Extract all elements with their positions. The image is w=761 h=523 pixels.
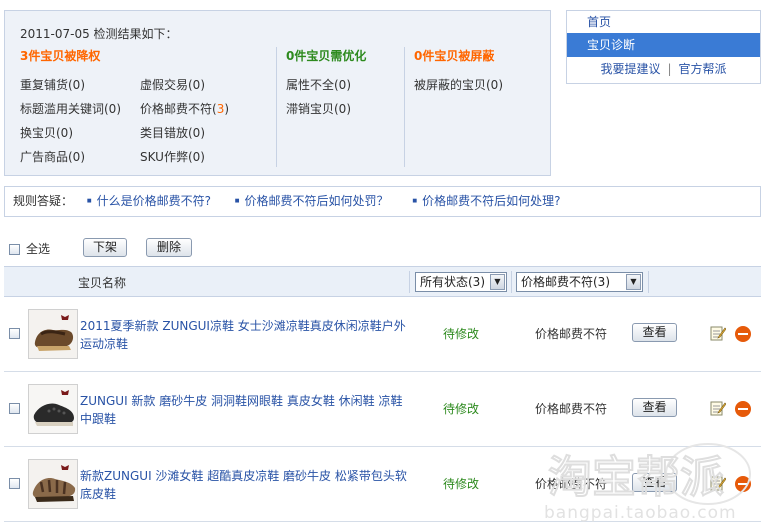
divider [404,47,405,167]
nav-item-diagnosis[interactable]: 宝贝诊断 [567,33,760,57]
row-status: 待修改 [443,327,480,341]
view-button[interactable]: 查看 [632,323,677,342]
product-thumbnail[interactable] [28,384,78,434]
status-filter-select[interactable]: 所有状态(3) ▼ [415,272,507,292]
product-thumbnail[interactable] [28,459,78,509]
row-reason: 价格邮费不符 [535,477,608,491]
select-all-checkbox[interactable] [9,244,20,255]
keyword-abuse-count: 标题滥用关键词(0) [20,102,121,116]
col-divider [511,271,512,293]
row-status: 待修改 [443,477,480,491]
table-row: 2011夏季新款 ZUNGUI凉鞋 女士沙滩凉鞋真皮休闲凉鞋户外运动凉鞋 待修改… [4,297,761,372]
official-help-link[interactable]: 官方帮派 [679,62,727,76]
row-checkbox[interactable] [9,403,20,414]
qa-link-penalty[interactable]: 价格邮费不符后如何处罚？ [235,194,389,208]
row-reason: 价格邮费不符 [535,327,608,341]
qa-link-what[interactable]: 什么是价格邮费不符? [87,194,211,208]
sku-cheat-count: SKU作弊(0) [140,150,205,164]
row-checkbox[interactable] [9,478,20,489]
table-row: 新款ZUNGUI 沙滩女鞋 超酷真皮凉鞋 磨砂牛皮 松紧带包头软底皮鞋 待修改 … [4,447,761,522]
blocked-title: 0件宝贝被屏蔽 [414,49,495,63]
nav-separator: | [667,62,672,76]
product-title-link[interactable]: 2011夏季新款 ZUNGUI凉鞋 女士沙滩凉鞋真皮休闲凉鞋户外运动凉鞋 [80,317,410,353]
blocked-items-count: 被屏蔽的宝贝(0) [414,78,503,92]
product-title-link[interactable]: ZUNGUI 新款 磨砂牛皮 洞洞鞋网眼鞋 真皮女鞋 休闲鞋 凉鞋中跟鞋 [80,392,410,428]
edit-icon[interactable] [710,325,727,341]
missing-attr-count: 属性不全(0) [286,78,351,92]
delete-icon[interactable] [735,326,751,342]
wrong-category-count: 类目错放(0) [140,126,205,140]
optimize-group: 0件宝贝需优化 属性不全(0) 滞销宝贝(0) [286,47,404,123]
delete-icon[interactable] [735,476,751,492]
delete-icon[interactable] [735,401,751,417]
status-filter-value: 所有状态(3) [420,275,485,289]
col-divider [409,271,410,293]
fake-trade-count: 虚假交易(0) [140,78,205,92]
ad-item-count: 广告商品(0) [20,150,85,164]
col-item-name: 宝贝名称 [78,276,127,290]
nav-home[interactable]: 首页 [587,15,611,29]
select-all[interactable]: 全选 [9,240,50,257]
edit-icon[interactable] [710,475,727,491]
product-title-link[interactable]: 新款ZUNGUI 沙滩女鞋 超酷真皮凉鞋 磨砂牛皮 松紧带包头软底皮鞋 [80,467,410,503]
col-divider [648,271,649,293]
qa-link-handle[interactable]: 价格邮费不符后如何处理? [412,194,560,208]
demoted-title: 3件宝贝被降权 [20,49,101,63]
diagnosis-date: 2011-07-05 检测结果如下： [20,27,178,41]
demoted-group: 3件宝贝被降权 重复铺货(0) 虚假交易(0) 标题滥用关键词(0) 价格邮费不… [20,47,275,171]
product-thumbnail[interactable] [28,309,78,359]
chevron-down-icon[interactable]: ▼ [626,274,641,290]
reason-filter-value: 价格邮费不符(3) [521,275,610,289]
row-status: 待修改 [443,402,480,416]
delete-button[interactable]: 删除 [146,238,192,257]
suggest-link[interactable]: 我要提建议 [600,62,660,76]
table-header: 宝贝名称 所有状态(3) ▼ 价格邮费不符(3) ▼ [4,266,761,297]
swap-item-count: 换宝贝(0) [20,126,73,140]
view-button[interactable]: 查看 [632,473,677,492]
reason-filter-select[interactable]: 价格邮费不符(3) ▼ [516,272,643,292]
slow-selling-count: 滞销宝贝(0) [286,102,351,116]
diagnosis-summary: 2011-07-05 检测结果如下： 3件宝贝被降权 重复铺货(0) 虚假交易(… [4,10,551,176]
divider [276,47,277,167]
view-button[interactable]: 查看 [632,398,677,417]
price-shipping-mismatch-count[interactable]: 价格邮费不符(3) [140,99,275,123]
blocked-group: 0件宝贝被屏蔽 被屏蔽的宝贝(0) [414,47,544,99]
row-checkbox[interactable] [9,328,20,339]
edit-icon[interactable] [710,400,727,416]
row-reason: 价格邮费不符 [535,402,608,416]
delist-button[interactable]: 下架 [83,238,127,257]
table-row: ZUNGUI 新款 磨砂牛皮 洞洞鞋网眼鞋 真皮女鞋 休闲鞋 凉鞋中跟鞋 待修改… [4,372,761,447]
rules-qa-bar: 规则答疑： 什么是价格邮费不符? 价格邮费不符后如何处罚？ 价格邮费不符后如何处… [4,186,761,217]
chevron-down-icon[interactable]: ▼ [490,274,505,290]
select-all-label: 全选 [26,242,51,256]
right-nav: 首页 宝贝诊断 我要提建议 | 官方帮派 [566,10,761,84]
dup-listing-count: 重复铺货(0) [20,78,85,92]
rules-qa-label: 规则答疑： [13,194,74,208]
optimize-title: 0件宝贝需优化 [286,49,367,63]
